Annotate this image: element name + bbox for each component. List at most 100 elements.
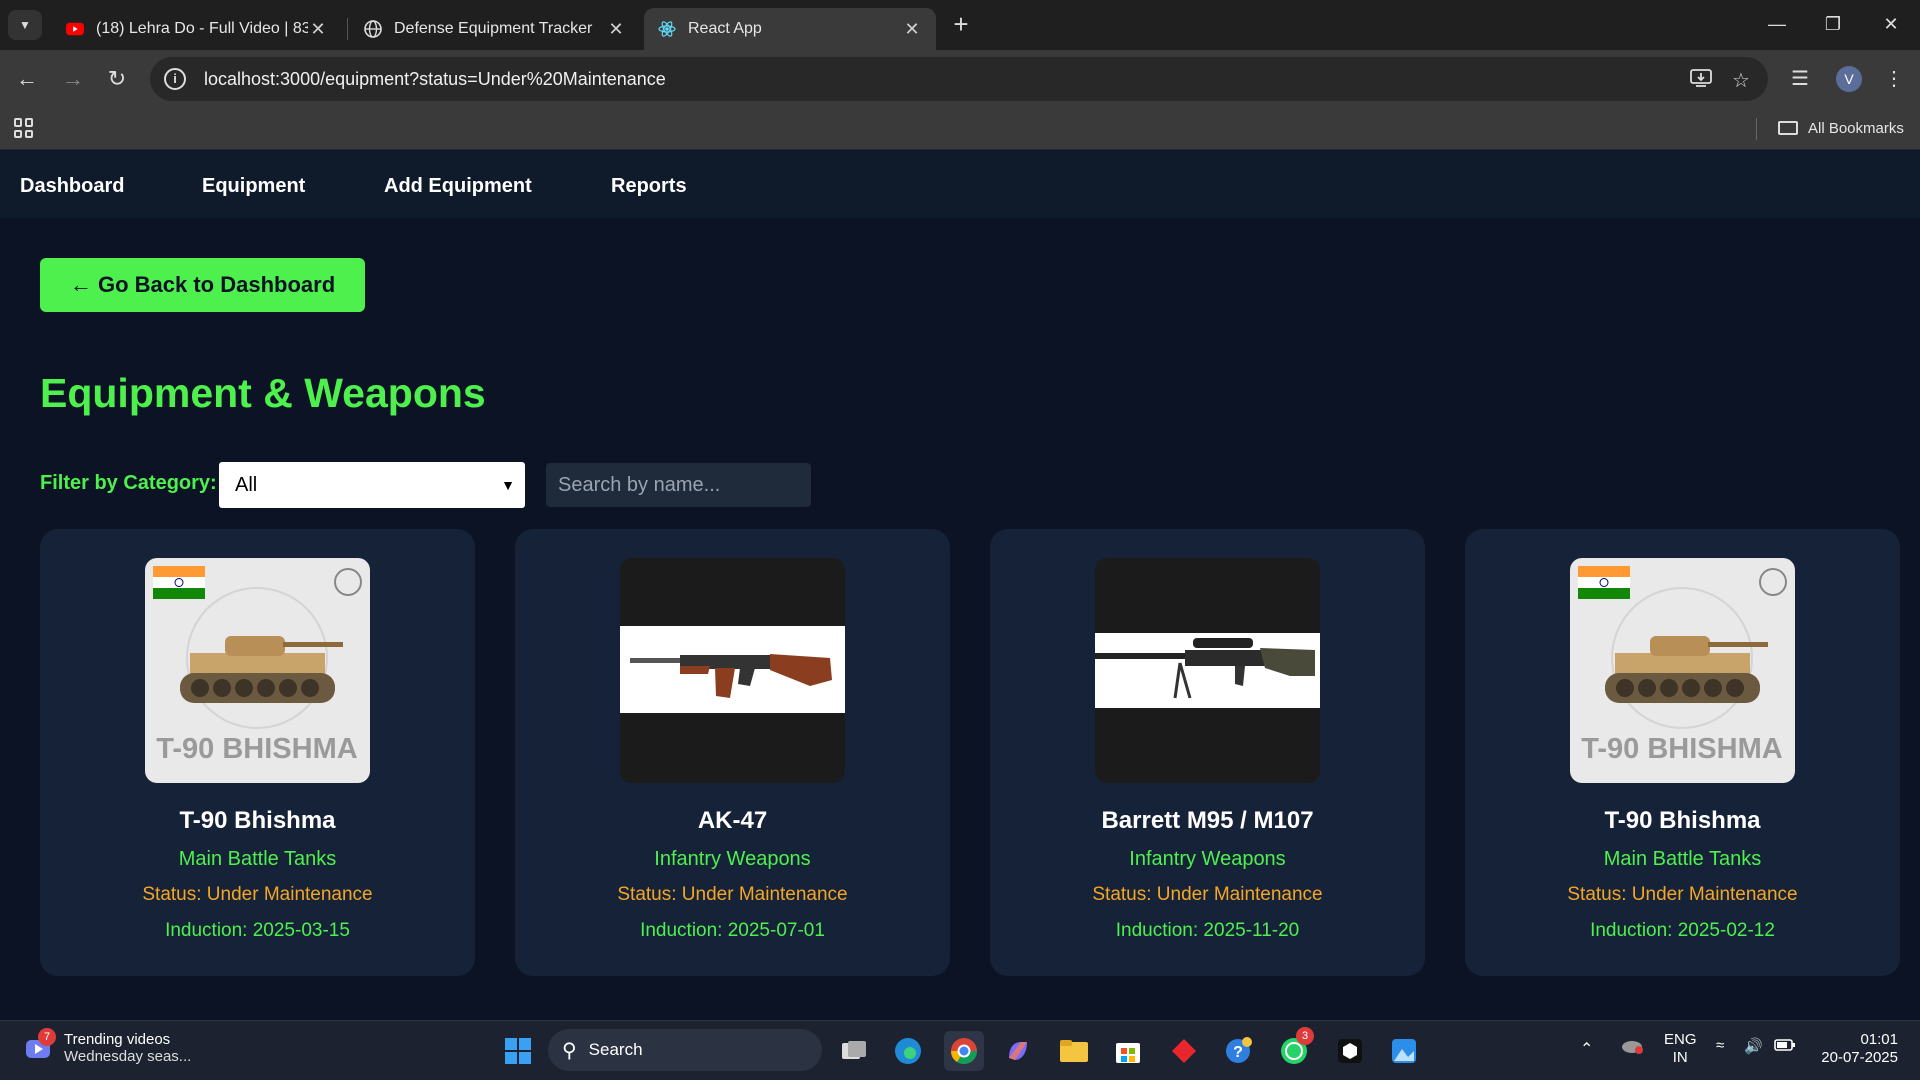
window-close-button[interactable]: ✕ (1868, 8, 1914, 40)
taskbar-search[interactable]: ⚲ Search (548, 1029, 822, 1071)
search-icon: ⚲ (562, 1039, 577, 1062)
equipment-category: Main Battle Tanks (178, 848, 337, 870)
app-navbar: Dashboard Equipment Add Equipment Report… (0, 151, 1920, 218)
url-text[interactable]: localhost:3000/equipment?status=Under%20… (204, 69, 666, 90)
equipment-card[interactable]: T-90 BHISHMA T-90 Bhishma Main Battle Ta… (40, 529, 475, 976)
close-icon[interactable]: ✕ (606, 19, 626, 40)
widgets-button[interactable]: 7 Trending videos Wednesday seas... (24, 1028, 191, 1065)
equipment-category: Infantry Weapons (1129, 848, 1286, 870)
language-indicator[interactable]: ENG IN (1664, 1031, 1697, 1067)
media-controls-icon[interactable]: ☰ (1784, 62, 1816, 96)
task-view-icon[interactable] (834, 1031, 874, 1071)
react-icon (658, 20, 676, 38)
restore-button[interactable]: ❐ (1810, 8, 1856, 40)
back-arrow-icon[interactable]: ← (10, 62, 44, 96)
widget-title: Trending videos (64, 1031, 171, 1048)
equipment-name: AK-47 (697, 807, 768, 834)
battery-icon[interactable] (1774, 1037, 1796, 1057)
image-caption: T-90 BHISHMA (156, 733, 357, 765)
bookmarks-bar: All Bookmarks (0, 108, 1920, 150)
equipment-status: Status: Under Maintenance (1567, 884, 1798, 905)
volume-icon[interactable]: 🔊 (1744, 1037, 1763, 1055)
tank-image: T-90 BHISHMA (1570, 558, 1795, 783)
widgets-icon: 7 (24, 1028, 56, 1062)
taskbar-search-label: Search (588, 1040, 643, 1059)
equipment-card[interactable]: T-90 BHISHMA T-90 Bhishma Main Battle Ta… (1465, 529, 1900, 976)
tab-title: React App (688, 20, 762, 37)
chrome-icon[interactable] (944, 1031, 984, 1071)
notification-badge: 3 (1296, 1027, 1314, 1045)
chevron-down-icon: ▼ (19, 18, 31, 32)
equipment-category: Infantry Weapons (654, 848, 811, 870)
tab-search-button[interactable]: ▼ (8, 10, 42, 40)
whatsapp-icon[interactable]: 3 (1274, 1027, 1314, 1071)
clock[interactable]: 01:01 20-07-2025 (1816, 1031, 1898, 1067)
help-icon[interactable]: ? (1218, 1031, 1258, 1071)
equipment-card[interactable]: Barrett M95 / M107 Infantry Weapons Stat… (990, 529, 1425, 976)
install-app-icon[interactable] (1688, 68, 1714, 94)
avatar[interactable]: V (1836, 66, 1862, 92)
windows-start-icon[interactable] (498, 1031, 538, 1071)
all-bookmarks-label: All Bookmarks (1808, 119, 1904, 137)
bookmarks-divider (1756, 118, 1757, 140)
wifi-icon[interactable]: ≈ (1716, 1037, 1724, 1054)
terminal-app-icon[interactable] (1330, 1031, 1370, 1071)
windows-taskbar: 7 Trending videos Wednesday seas... ⚲ Se… (0, 1020, 1920, 1080)
go-back-dashboard-button[interactable]: ← Go Back to Dashboard (40, 258, 365, 312)
equipment-category: Main Battle Tanks (1603, 848, 1762, 870)
edge-browser-icon[interactable] (888, 1031, 928, 1071)
equipment-name: T-90 Bhishma (1604, 807, 1761, 834)
youtube-icon (66, 20, 84, 38)
equipment-induction: Induction: 2025-03-15 (165, 920, 350, 941)
close-icon[interactable]: ✕ (902, 19, 922, 40)
nav-equipment[interactable]: Equipment (202, 175, 305, 198)
reload-icon[interactable]: ↻ (100, 62, 134, 96)
apps-grid-icon[interactable] (14, 118, 34, 138)
equipment-status: Status: Under Maintenance (617, 884, 848, 905)
bookmark-star-icon[interactable]: ☆ (1728, 68, 1754, 94)
browser-tab-bar: ▼ (18) Lehra Do - Full Video | 83 | ✕ De… (0, 0, 1920, 50)
onedrive-icon[interactable] (1620, 1037, 1644, 1059)
all-bookmarks-button[interactable]: All Bookmarks (1778, 116, 1904, 140)
equipment-card[interactable]: AK-47 Infantry Weapons Status: Under Mai… (515, 529, 950, 976)
image-caption: T-90 BHISHMA (1581, 733, 1782, 765)
site-info-icon[interactable]: i (164, 68, 186, 90)
main-content: ← Go Back to Dashboard Equipment & Weapo… (0, 218, 1920, 1020)
copilot-icon[interactable] (998, 1031, 1038, 1071)
nav-add-equipment[interactable]: Add Equipment (384, 175, 532, 198)
chevron-up-icon[interactable]: ⌃ (1580, 1039, 1593, 1059)
tab-youtube[interactable]: (18) Lehra Do - Full Video | 83 | ✕ (52, 8, 342, 50)
category-select-value: All (235, 474, 258, 496)
region-code: IN (1672, 1049, 1688, 1066)
new-tab-button[interactable]: + (946, 10, 976, 40)
microsoft-store-icon[interactable] (1108, 1031, 1148, 1071)
clock-date: 20-07-2025 (1821, 1049, 1898, 1066)
globe-icon (364, 20, 382, 38)
filter-label: Filter by Category: (40, 472, 217, 494)
app-red-diamond-icon[interactable] (1164, 1031, 1204, 1071)
equipment-induction: Induction: 2025-11-20 (1115, 920, 1300, 941)
tab-title: Defense Equipment Tracker (394, 20, 593, 37)
notification-badge: 7 (38, 1028, 56, 1046)
page-title: Equipment & Weapons (40, 370, 486, 416)
nav-reports[interactable]: Reports (611, 175, 687, 198)
close-icon[interactable]: ✕ (308, 19, 328, 40)
photos-icon[interactable] (1384, 1031, 1424, 1071)
equipment-induction: Induction: 2025-02-12 (1590, 920, 1775, 941)
equipment-status: Status: Under Maintenance (142, 884, 373, 905)
tab-react-app[interactable]: React App ✕ (644, 8, 936, 50)
category-select[interactable]: All ▼ (219, 462, 525, 508)
folder-icon (1778, 121, 1798, 135)
tab-divider (347, 18, 348, 40)
equipment-name: Barrett M95 / M107 (1101, 807, 1314, 834)
forward-arrow-icon[interactable]: → (56, 62, 90, 96)
menu-kebab-icon[interactable]: ⋮ (1878, 62, 1910, 96)
address-bar[interactable]: i localhost:3000/equipment?status=Under%… (150, 57, 1768, 101)
chevron-down-icon: ▼ (501, 477, 515, 493)
search-input[interactable]: Search by name... (546, 463, 811, 507)
minimize-button[interactable]: — (1754, 8, 1800, 40)
language-code: ENG (1664, 1031, 1697, 1048)
tab-defense-tracker[interactable]: Defense Equipment Tracker ✕ (350, 8, 640, 50)
nav-dashboard[interactable]: Dashboard (20, 175, 124, 198)
file-explorer-icon[interactable] (1054, 1031, 1094, 1071)
